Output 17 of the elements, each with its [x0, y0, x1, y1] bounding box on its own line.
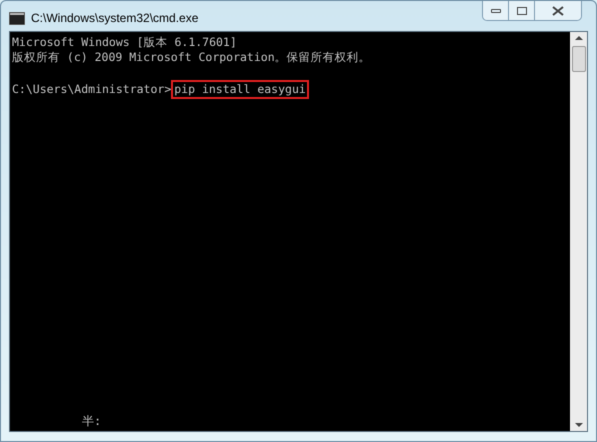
minimize-button[interactable] — [483, 1, 509, 20]
scroll-up-icon[interactable] — [574, 36, 582, 40]
console-app-icon — [9, 12, 25, 24]
maximize-button[interactable] — [509, 1, 535, 20]
console-line: Microsoft Windows [版本 6.1.7601] — [12, 35, 237, 50]
console-command: pip install easygui — [171, 80, 309, 99]
ime-status: 半: — [82, 414, 102, 429]
minimize-icon — [490, 8, 500, 12]
close-icon — [552, 6, 564, 16]
maximize-icon — [516, 6, 526, 14]
scroll-down-icon[interactable] — [574, 423, 582, 427]
scrollbar[interactable] — [570, 32, 587, 431]
window-title: C:\Windows\system32\cmd.exe — [31, 10, 198, 27]
command-prompt: C:\Users\Administrator> — [12, 82, 172, 97]
close-button[interactable] — [535, 1, 581, 20]
console-line: 版权所有 (c) 2009 Microsoft Corporation。保留所有权利。 — [12, 50, 371, 65]
scrollbar-thumb[interactable] — [572, 46, 586, 72]
